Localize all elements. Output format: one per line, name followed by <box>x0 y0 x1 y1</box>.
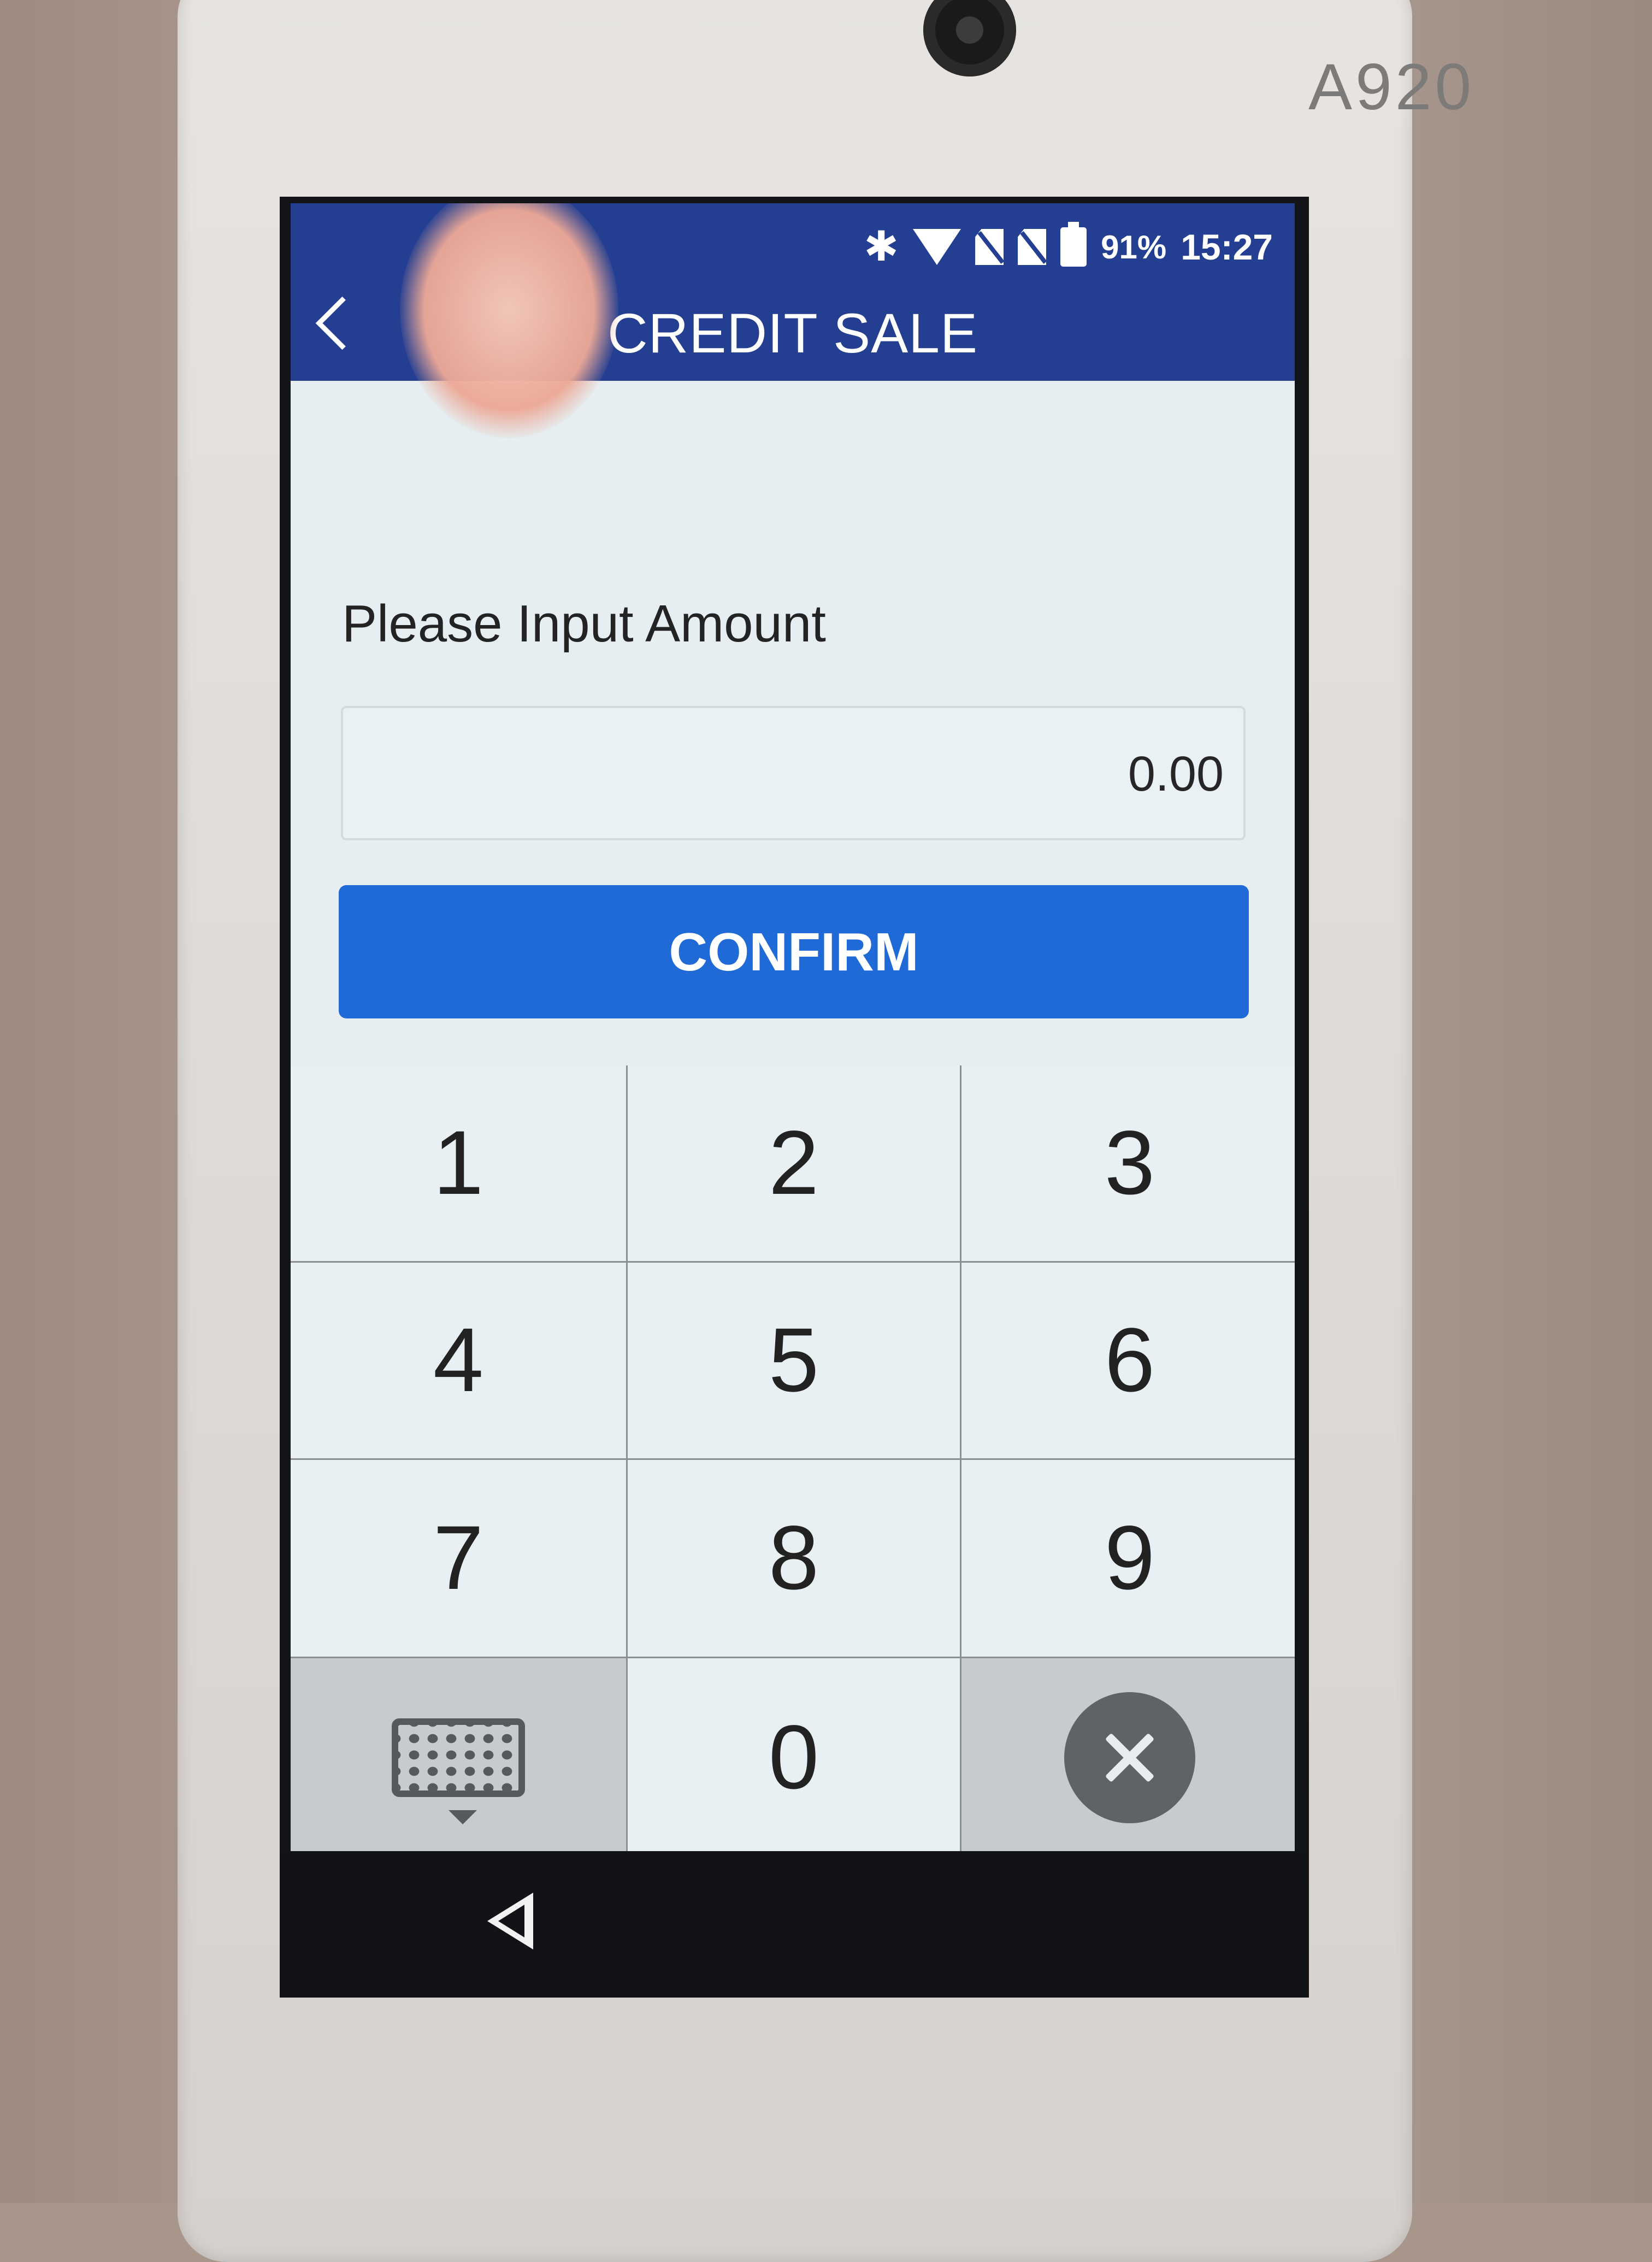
nav-back-icon[interactable] <box>487 1893 533 1949</box>
status-bar: ✱ 91% 15:27 <box>864 222 1273 270</box>
amount-input[interactable]: 0.00 <box>341 706 1246 840</box>
clock: 15:27 <box>1181 227 1273 267</box>
bluetooth-icon: ✱ <box>864 223 899 270</box>
key-1[interactable]: 1 <box>291 1065 626 1261</box>
screen: ✱ 91% 15:27 CREDIT SALE Please Input Amo… <box>291 203 1295 1851</box>
key-9[interactable]: 9 <box>961 1460 1295 1657</box>
key-4[interactable]: 4 <box>291 1263 626 1458</box>
key-8[interactable]: 8 <box>628 1460 960 1657</box>
device-model: A920 <box>1308 50 1475 123</box>
confirm-button[interactable]: CONFIRM <box>339 885 1249 1018</box>
keyboard-toggle-button[interactable] <box>291 1658 626 1851</box>
key-7[interactable]: 7 <box>291 1460 626 1657</box>
key-3[interactable]: 3 <box>961 1065 1295 1261</box>
keyboard-icon <box>392 1718 525 1824</box>
key-0[interactable]: 0 <box>628 1658 960 1851</box>
clear-button[interactable] <box>961 1658 1295 1851</box>
wifi-icon <box>913 229 961 265</box>
key-2[interactable]: 2 <box>628 1065 960 1261</box>
key-5[interactable]: 5 <box>628 1263 960 1458</box>
clear-icon <box>1064 1692 1195 1823</box>
amount-value: 0.00 <box>1128 747 1224 802</box>
battery-percent: 91% <box>1101 228 1167 266</box>
camera-icon <box>923 0 1016 76</box>
amount-prompt: Please Input Amount <box>342 594 826 653</box>
no-sim-icon <box>975 229 1004 265</box>
battery-icon <box>1060 222 1087 267</box>
numeric-keypad: 1 2 3 4 5 6 7 8 9 0 <box>291 1065 1295 1851</box>
system-nav-bar <box>280 1851 1309 1998</box>
key-6[interactable]: 6 <box>961 1263 1295 1458</box>
no-sim-icon <box>1018 229 1047 265</box>
light-glare <box>400 203 618 438</box>
